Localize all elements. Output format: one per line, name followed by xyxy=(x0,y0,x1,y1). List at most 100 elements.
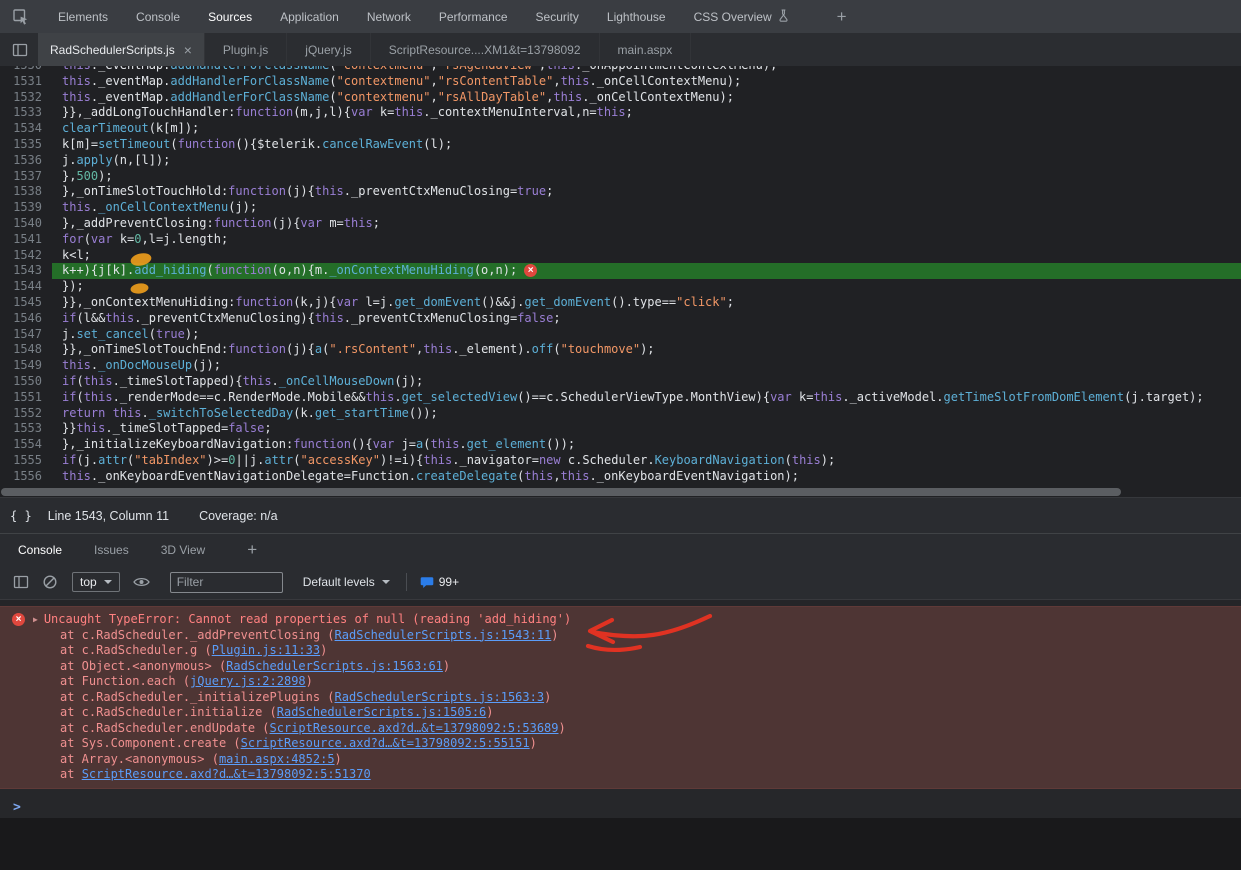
code-line[interactable]: 1544}); xyxy=(0,279,1241,295)
line-number[interactable]: 1551 xyxy=(0,390,52,406)
code-line[interactable]: 1556this._onKeyboardEventNavigationDeleg… xyxy=(0,469,1241,485)
page-below-devtools xyxy=(0,818,1241,870)
code-line[interactable]: 1530this._eventMap.addHandlerForClassNam… xyxy=(0,66,1241,74)
tab-elements[interactable]: Elements xyxy=(44,0,122,33)
stack-source-link[interactable]: ScriptResource.axd?d…&t=13798092:5:53689 xyxy=(270,721,559,735)
stack-source-link[interactable]: ScriptResource.axd?d…&t=13798092:5:51370 xyxy=(82,767,371,781)
pretty-print-icon[interactable]: { } xyxy=(10,509,32,523)
stack-source-link[interactable]: main.aspx:4852:5 xyxy=(219,752,335,766)
tab-application[interactable]: Application xyxy=(266,0,353,33)
console-filter-input[interactable] xyxy=(170,572,283,593)
line-number[interactable]: 1543 xyxy=(0,263,52,279)
drawer-tab-3d-view[interactable]: 3D View xyxy=(149,534,217,566)
console-message-count[interactable]: 99+ xyxy=(439,575,459,589)
line-number[interactable]: 1538 xyxy=(0,184,52,200)
stack-source-link[interactable]: RadSchedulerScripts.js:1543:11 xyxy=(335,628,552,642)
code-line[interactable]: 1550if(this._timeSlotTapped){this._onCel… xyxy=(0,374,1241,390)
code-line[interactable]: 1536j.apply(n,[l]); xyxy=(0,153,1241,169)
line-number[interactable]: 1550 xyxy=(0,374,52,390)
line-number[interactable]: 1536 xyxy=(0,153,52,169)
code-line[interactable]: 1552return this._switchToSelectedDay(k.g… xyxy=(0,406,1241,422)
code-line[interactable]: 1531this._eventMap.addHandlerForClassNam… xyxy=(0,74,1241,90)
line-number[interactable]: 1555 xyxy=(0,453,52,469)
code-line[interactable]: 1534clearTimeout(k[m]); xyxy=(0,121,1241,137)
code-line[interactable]: 1549this._onDocMouseUp(j); xyxy=(0,358,1241,374)
file-tab-jquery[interactable]: jQuery.js xyxy=(287,33,370,66)
log-levels-dropdown[interactable]: Default levels xyxy=(303,575,390,589)
expand-triangle-icon[interactable]: ▶ xyxy=(33,612,38,628)
code-line[interactable]: 1533}},_addLongTouchHandler:function(m,j… xyxy=(0,105,1241,121)
code-line[interactable]: 1548}},_onTimeSlotTouchEnd:function(j){a… xyxy=(0,342,1241,358)
stack-source-link[interactable]: RadSchedulerScripts.js:1505:6 xyxy=(277,705,487,719)
stack-source-link[interactable]: RadSchedulerScripts.js:1563:61 xyxy=(226,659,443,673)
stack-source-link[interactable]: jQuery.js:2:2898 xyxy=(190,674,306,688)
add-drawer-tab-button[interactable]: + xyxy=(247,540,257,560)
line-number[interactable]: 1537 xyxy=(0,169,52,185)
source-editor[interactable]: 1530this._eventMap.addHandlerForClassNam… xyxy=(0,66,1241,487)
code-line[interactable]: 1542k<l; xyxy=(0,248,1241,264)
file-tab-plugin[interactable]: Plugin.js xyxy=(205,33,287,66)
code-line[interactable]: 1553}}this._timeSlotTapped=false; xyxy=(0,421,1241,437)
file-tab-mainaspx[interactable]: main.aspx xyxy=(600,33,692,66)
code-line[interactable]: 1543k++){j[k].add_hiding(function(o,n){m… xyxy=(0,263,1241,279)
code-line[interactable]: 1537},500); xyxy=(0,169,1241,185)
code-line[interactable]: 1546if(l&&this._preventCtxMenuClosing){t… xyxy=(0,311,1241,327)
line-number[interactable]: 1531 xyxy=(0,74,52,90)
file-tab-scriptresource[interactable]: ScriptResource....XM1&t=13798092 xyxy=(371,33,600,66)
line-number[interactable]: 1535 xyxy=(0,137,52,153)
code-line[interactable]: 1554},_initializeKeyboardNavigation:func… xyxy=(0,437,1241,453)
close-icon[interactable]: × xyxy=(184,44,192,56)
live-expression-eye-icon[interactable] xyxy=(133,576,150,588)
line-number[interactable]: 1534 xyxy=(0,121,52,137)
tab-sources[interactable]: Sources xyxy=(194,0,266,33)
line-number[interactable]: 1549 xyxy=(0,358,52,374)
stack-source-link[interactable]: RadSchedulerScripts.js:1563:3 xyxy=(335,690,545,704)
code-line[interactable]: 1545}},_onContextMenuHiding:function(k,j… xyxy=(0,295,1241,311)
navigator-toggle-icon[interactable] xyxy=(12,42,28,58)
code-line[interactable]: 1551if(this._renderMode==c.RenderMode.Mo… xyxy=(0,390,1241,406)
code-line[interactable]: 1535k[m]=setTimeout(function(){$telerik.… xyxy=(0,137,1241,153)
line-number[interactable]: 1545 xyxy=(0,295,52,311)
horizontal-scrollbar[interactable] xyxy=(1,488,1121,496)
code-line[interactable]: 1540},_addPreventClosing:function(j){var… xyxy=(0,216,1241,232)
line-number[interactable]: 1554 xyxy=(0,437,52,453)
tab-css-overview[interactable]: CSS Overview xyxy=(680,0,803,33)
tab-console[interactable]: Console xyxy=(122,0,194,33)
console-prompt[interactable]: > xyxy=(0,798,1241,816)
line-number[interactable]: 1548 xyxy=(0,342,52,358)
code-line[interactable]: 1539this._onCellContextMenu(j); xyxy=(0,200,1241,216)
code-line[interactable]: 1555if(j.attr("tabIndex")>=0||j.attr("ac… xyxy=(0,453,1241,469)
line-number[interactable]: 1552 xyxy=(0,406,52,422)
stack-source-link[interactable]: Plugin.js:11:33 xyxy=(212,643,320,657)
line-number[interactable]: 1544 xyxy=(0,279,52,295)
line-number[interactable]: 1542 xyxy=(0,248,52,264)
more-tabs-button[interactable]: + xyxy=(829,7,855,27)
drawer-tab-issues[interactable]: Issues xyxy=(82,534,141,566)
clear-console-icon[interactable] xyxy=(42,574,58,590)
code-line[interactable]: 1547j.set_cancel(true); xyxy=(0,327,1241,343)
stack-source-link[interactable]: ScriptResource.axd?d…&t=13798092:5:55151 xyxy=(241,736,530,750)
code-line[interactable]: 1538},_onTimeSlotTouchHold:function(j){t… xyxy=(0,184,1241,200)
line-number[interactable]: 1541 xyxy=(0,232,52,248)
tab-performance[interactable]: Performance xyxy=(425,0,522,33)
line-number[interactable]: 1539 xyxy=(0,200,52,216)
error-message-row[interactable]: × ▶ Uncaught TypeError: Cannot read prop… xyxy=(0,612,1241,628)
line-number[interactable]: 1532 xyxy=(0,90,52,106)
tab-lighthouse[interactable]: Lighthouse xyxy=(593,0,680,33)
code-line[interactable]: 1541for(var k=0,l=j.length; xyxy=(0,232,1241,248)
drawer-tab-console[interactable]: Console xyxy=(6,534,74,566)
code-line[interactable]: 1532this._eventMap.addHandlerForClassNam… xyxy=(0,90,1241,106)
line-number[interactable]: 1547 xyxy=(0,327,52,343)
line-number[interactable]: 1540 xyxy=(0,216,52,232)
tab-network[interactable]: Network xyxy=(353,0,425,33)
console-sidebar-toggle-icon[interactable] xyxy=(13,574,29,590)
javascript-context-selector[interactable]: top xyxy=(72,572,120,592)
line-number[interactable]: 1530 xyxy=(0,66,52,74)
line-number[interactable]: 1533 xyxy=(0,105,52,121)
inspect-icon[interactable] xyxy=(12,8,30,26)
line-number[interactable]: 1556 xyxy=(0,469,52,485)
line-number[interactable]: 1553 xyxy=(0,421,52,437)
line-number[interactable]: 1546 xyxy=(0,311,52,327)
tab-security[interactable]: Security xyxy=(522,0,593,33)
file-tab-radschedulerscripts[interactable]: RadSchedulerScripts.js × xyxy=(38,33,205,66)
